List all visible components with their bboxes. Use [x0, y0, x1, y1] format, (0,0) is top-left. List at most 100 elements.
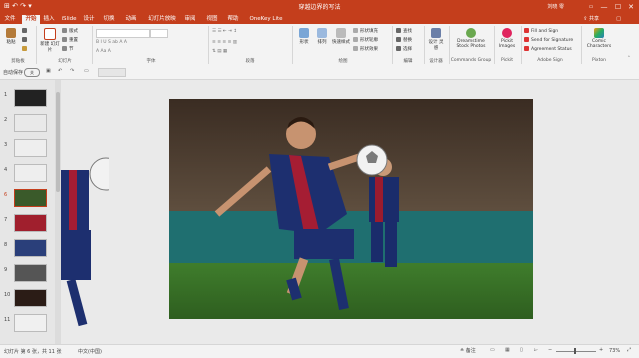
- thumbnail-number: 1: [4, 92, 8, 98]
- tab-onekey[interactable]: OneKey Lite: [246, 15, 286, 24]
- present-icon[interactable]: ▭: [84, 68, 89, 74]
- thumbnail-number: 2: [4, 117, 8, 123]
- thumbnail-slide-1[interactable]: 1: [0, 88, 55, 107]
- tab-islide[interactable]: iSlide: [60, 15, 78, 24]
- collapse-ribbon-icon[interactable]: ⌃: [627, 56, 631, 61]
- zoom-slider[interactable]: [556, 351, 596, 352]
- thumbnail-slide-2[interactable]: 2: [0, 113, 55, 132]
- font-color-buttons[interactable]: A Aa A: [96, 49, 111, 54]
- cut-button[interactable]: [22, 28, 29, 34]
- group-designer: 设计器: [429, 59, 443, 64]
- find-button[interactable]: 查找: [396, 28, 412, 34]
- thumbnail-slide-7[interactable]: 7: [0, 213, 55, 232]
- zoom-out-icon[interactable]: −: [548, 347, 552, 353]
- fill-sign-button[interactable]: Fill and Sign: [524, 28, 558, 34]
- quick-styles-button[interactable]: 快速样式: [332, 28, 350, 45]
- tab-view[interactable]: 视图: [205, 15, 219, 24]
- select-button[interactable]: 选择: [396, 46, 412, 52]
- autosave-toggle[interactable]: 关: [24, 68, 40, 77]
- save-icon[interactable]: ▣: [46, 68, 51, 74]
- list-buttons[interactable]: ☰ ☰ ⇤ ⇥ ↕: [212, 29, 237, 34]
- share-button[interactable]: ⇪ 共享: [583, 15, 599, 23]
- tab-slideshow[interactable]: 幻灯片放映: [147, 15, 177, 24]
- shape-fill-button[interactable]: 形状填充: [353, 28, 378, 34]
- redo-icon[interactable]: ↷: [70, 68, 74, 74]
- copy-button[interactable]: [22, 37, 29, 43]
- font-name-box[interactable]: [96, 29, 150, 38]
- thumbnail-slide-4[interactable]: 4: [0, 163, 55, 182]
- normal-view-icon[interactable]: ▭: [490, 347, 495, 353]
- slideshow-view-icon[interactable]: ▻: [534, 347, 538, 353]
- align-buttons[interactable]: ≡ ≡ ≡ ≡ ▥: [212, 40, 237, 45]
- slide[interactable]: [169, 99, 533, 319]
- zoom-slider-thumb[interactable]: [574, 348, 576, 354]
- font-size-box[interactable]: [150, 29, 168, 38]
- scrollbar-thumb[interactable]: [56, 92, 60, 192]
- paste-label: 粘贴: [6, 40, 16, 45]
- layout-button[interactable]: 版式: [62, 28, 78, 34]
- paste-icon: [6, 28, 16, 38]
- thumbnail-slide-11[interactable]: 11: [0, 313, 55, 332]
- thumbnail-slide-9[interactable]: 9: [0, 263, 55, 282]
- notes-button[interactable]: ≙ 备注: [460, 347, 476, 354]
- thumbnail-slide-10[interactable]: 10: [0, 288, 55, 307]
- comic-characters-label: Comic Characters: [586, 39, 612, 49]
- paste-button[interactable]: 粘贴: [3, 28, 19, 45]
- zoom-in-icon[interactable]: +: [599, 347, 603, 353]
- group-adobe-sign: Adobe Sign: [537, 58, 563, 63]
- tab-insert[interactable]: 插入: [42, 15, 56, 24]
- replace-button[interactable]: 替换: [396, 37, 412, 43]
- language-indicator[interactable]: 中文(中国): [78, 348, 102, 355]
- shape-effect-button[interactable]: 形状效果: [353, 46, 378, 52]
- arrange-button[interactable]: 排列: [314, 28, 330, 45]
- thumbnail-image: [14, 89, 47, 107]
- format-painter-button[interactable]: [22, 46, 29, 52]
- reading-view-icon[interactable]: ▯: [520, 347, 523, 353]
- group-drawing: 绘图: [338, 59, 348, 64]
- close-button[interactable]: ✕: [623, 0, 639, 14]
- thumbnail-slide-8[interactable]: 8: [0, 238, 55, 257]
- status-icon: [524, 46, 529, 51]
- design-ideas-button[interactable]: 设计 灵感: [428, 28, 444, 51]
- thumbnail-image: [14, 314, 47, 332]
- comic-characters-button[interactable]: Comic Characters: [585, 28, 613, 49]
- tab-transitions[interactable]: 切换: [102, 15, 116, 24]
- soccer-photo[interactable]: [169, 99, 533, 319]
- qat-field[interactable]: [98, 68, 126, 77]
- shape-effect-label: 形状效果: [360, 47, 378, 52]
- tab-help[interactable]: 帮助: [226, 15, 240, 24]
- ribbon-tabs: 文件 开始 插入 iSlide 设计 切换 动画 幻灯片放映 审阅 视图 帮助 …: [0, 14, 639, 24]
- shapes-button[interactable]: 形状: [296, 28, 312, 45]
- thumbnail-slide-6[interactable]: 6: [0, 188, 55, 207]
- replace-label: 替换: [403, 38, 412, 43]
- font-format-buttons[interactable]: B I U S ab A A: [96, 40, 127, 45]
- sorter-view-icon[interactable]: ▦: [505, 347, 510, 353]
- pickit-icon: [502, 28, 512, 38]
- reset-button[interactable]: 重置: [62, 37, 78, 43]
- pickit-button[interactable]: Pickit Images: [497, 28, 517, 49]
- undo-icon[interactable]: ↶: [58, 68, 62, 74]
- dreamstime-button[interactable]: Dreamstime Stock Photos: [452, 28, 490, 49]
- offslide-player-image[interactable]: [61, 150, 109, 330]
- send-signature-button[interactable]: Send for Signature: [524, 37, 573, 43]
- thumbnail-slide-3[interactable]: 3: [0, 138, 55, 157]
- shape-outline-button[interactable]: 形状轮廓: [353, 37, 378, 43]
- new-slide-label: 新建 幻灯片: [40, 42, 60, 53]
- scissors-icon: [22, 28, 27, 33]
- title-bar: ⊞ ↶ ↷ ▾ 穿越边界的写法 刘晓 零 ▭ — ☐ ✕: [0, 0, 639, 14]
- zoom-level[interactable]: 73%: [609, 348, 620, 354]
- agreement-status-button[interactable]: Agreement Status: [524, 46, 572, 52]
- layout-icon: [62, 28, 67, 33]
- section-button[interactable]: 节: [62, 46, 74, 52]
- text-direction-buttons[interactable]: ⇅ ▤ ▦: [212, 49, 227, 54]
- tab-file[interactable]: 文件: [3, 15, 17, 24]
- thumbnail-number: 7: [4, 217, 8, 223]
- fit-slide-icon[interactable]: ⤢: [627, 347, 631, 353]
- tab-design[interactable]: 设计: [82, 15, 96, 24]
- tab-animations[interactable]: 动画: [124, 15, 138, 24]
- comments-button[interactable]: □: [616, 15, 621, 23]
- new-slide-button[interactable]: 新建 幻灯片: [40, 28, 60, 53]
- tab-home[interactable]: 开始: [22, 15, 40, 24]
- user-name[interactable]: 刘晓 零: [547, 3, 564, 10]
- tab-review[interactable]: 审阅: [183, 15, 197, 24]
